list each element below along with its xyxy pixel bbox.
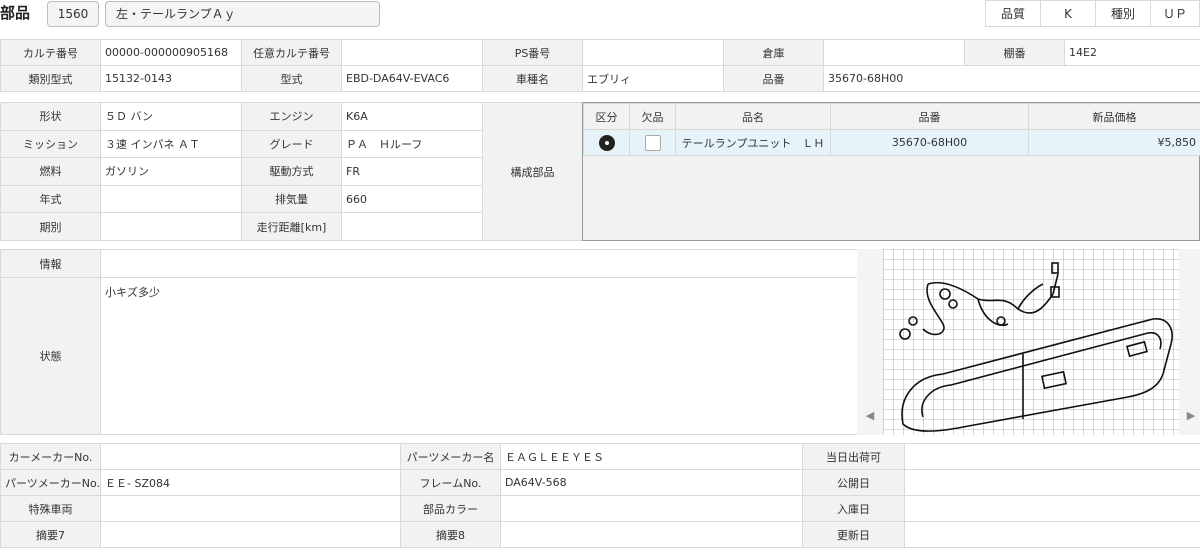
- car-name-label: 車種名: [482, 65, 583, 92]
- warehouse-value: [823, 39, 965, 66]
- missing-cell: [629, 129, 676, 156]
- ps-no-value: [582, 39, 724, 66]
- car-maker-no-label: カーメーカーNo.: [0, 443, 101, 470]
- period-value: [100, 212, 242, 241]
- displacement-label: 排気量: [241, 184, 342, 214]
- col-header-missing: 欠品: [629, 103, 676, 130]
- mission-value: ３速 インパネ ＡＴ: [100, 129, 242, 159]
- col-header-price: 新品価格: [1028, 103, 1200, 130]
- class-model-value: 15132-0143: [100, 65, 242, 92]
- frame-no-value: DA64V-568: [500, 469, 803, 496]
- info-value: [100, 249, 858, 278]
- shape-label: 形状: [0, 102, 101, 131]
- col-header-part-no: 品番: [830, 103, 1029, 130]
- shelf-label: 棚番: [964, 39, 1065, 66]
- mileage-label: 走行距離[km]: [241, 212, 342, 241]
- mileage-value: [341, 212, 483, 241]
- bottom-table: カーメーカーNo. パーツメーカー名 ＥＡＧＬＥＥＹＥＳ 当日出荷可 パーツメー…: [0, 443, 1200, 548]
- summary7-value: [100, 521, 401, 548]
- col-header-category: 区分: [583, 103, 630, 130]
- image-viewer: ◀ ▶: [857, 249, 1200, 435]
- car-name-value: エブリィ: [582, 65, 724, 92]
- chevron-left-icon[interactable]: ◀: [861, 409, 879, 422]
- same-day-label: 当日出荷可: [802, 443, 905, 470]
- summary7-label: 摘要7: [0, 521, 101, 548]
- grade-label: グレード: [241, 129, 342, 159]
- category-cell: [583, 129, 630, 156]
- displacement-value: 660: [341, 184, 483, 214]
- any-karte-label: 任意カルテ番号: [241, 39, 342, 66]
- part-no-label: 品番: [723, 65, 824, 92]
- special-vehicle-label: 特殊車両: [0, 495, 101, 522]
- warehouse-label: 倉庫: [723, 39, 824, 66]
- frame-no-label: フレームNo.: [400, 469, 501, 496]
- karte-no-value: 00000-000000905168: [100, 39, 242, 66]
- update-date-label: 更新日: [802, 521, 905, 548]
- update-date-value: [904, 521, 1200, 548]
- grade-value: ＰＡ Ｈルーフ: [341, 129, 483, 159]
- col-header-name: 品名: [675, 103, 831, 130]
- table-row: テールランプユニット ＬＨ 35670-68H00 ¥5,850: [583, 129, 1200, 156]
- period-label: 期別: [0, 212, 101, 241]
- parts-maker-name-value: ＥＡＧＬＥＥＹＥＳ: [500, 443, 803, 470]
- quality-label: 品質: [985, 0, 1041, 27]
- engine-value: K6A: [341, 102, 483, 131]
- arrival-date-value: [904, 495, 1200, 522]
- karte-no-label: カルテ番号: [0, 39, 101, 66]
- part-color-label: 部品カラー: [400, 495, 501, 522]
- publish-date-label: 公開日: [802, 469, 905, 496]
- publish-date-value: [904, 469, 1200, 496]
- quality-value: K: [1040, 0, 1096, 27]
- info-top-table: カルテ番号 00000-000000905168 任意カルテ番号 PS番号 倉庫…: [0, 39, 1200, 92]
- tail-lamp-diagram: [883, 249, 1179, 435]
- fuel-value: ガソリン: [100, 157, 242, 186]
- mission-label: ミッション: [0, 129, 101, 159]
- year-value: [100, 184, 242, 214]
- component-name: テールランプユニット ＬＨ: [675, 129, 831, 156]
- same-day-value: [904, 443, 1200, 470]
- year-label: 年式: [0, 184, 101, 214]
- part-code-box: 1560: [47, 1, 99, 27]
- chevron-right-icon[interactable]: ▶: [1182, 409, 1200, 422]
- ps-no-label: PS番号: [482, 39, 583, 66]
- components-table: 区分 欠品 品名 品番 新品価格 テールランプユニット ＬＨ 35670-68H…: [583, 103, 1200, 156]
- part-color-value: [500, 495, 803, 522]
- model-value: EBD-DA64V-EVAC6: [341, 65, 483, 92]
- arrival-date-label: 入庫日: [802, 495, 905, 522]
- part-no-value: 35670-68H00: [823, 65, 1200, 92]
- parts-maker-no-label: パーツメーカーNo.: [0, 469, 101, 496]
- condition-label: 状態: [0, 277, 101, 435]
- components-label: 構成部品: [482, 102, 583, 241]
- class-model-label: 類別型式: [0, 65, 101, 92]
- missing-checkbox[interactable]: [644, 134, 661, 151]
- type-label: 種別: [1095, 0, 1151, 27]
- shape-value: ５Ｄ バン: [100, 102, 242, 131]
- any-karte-value: [341, 39, 483, 66]
- vehicle-table: 形状 ５Ｄ バン エンジン K6A 構成部品 ミッション ３速 インパネ ＡＴ …: [0, 102, 583, 241]
- fuel-label: 燃料: [0, 157, 101, 186]
- page-title: 部品: [0, 4, 31, 22]
- condition-value: 小キズ多少: [100, 277, 858, 435]
- drive-value: FR: [341, 157, 483, 186]
- summary8-value: [500, 521, 803, 548]
- notes-table: 情報 状態 小キズ多少: [0, 249, 858, 435]
- shelf-value: 14E2: [1064, 39, 1200, 66]
- info-label: 情報: [0, 249, 101, 278]
- part-name-box: 左・テールランプＡｙ: [105, 1, 380, 27]
- car-maker-no-value: [100, 443, 401, 470]
- engine-label: エンジン: [241, 102, 342, 131]
- type-value: ＵＰ: [1150, 0, 1200, 27]
- model-label: 型式: [241, 65, 342, 92]
- component-price: ¥5,850: [1028, 129, 1200, 156]
- disc-icon: [598, 134, 615, 151]
- parts-maker-no-value: ＥＥ- SZ084: [100, 469, 401, 496]
- component-part-no: 35670-68H00: [830, 129, 1029, 156]
- special-vehicle-value: [100, 495, 401, 522]
- drive-label: 駆動方式: [241, 157, 342, 186]
- summary8-label: 摘要8: [400, 521, 501, 548]
- parts-maker-name-label: パーツメーカー名: [400, 443, 501, 470]
